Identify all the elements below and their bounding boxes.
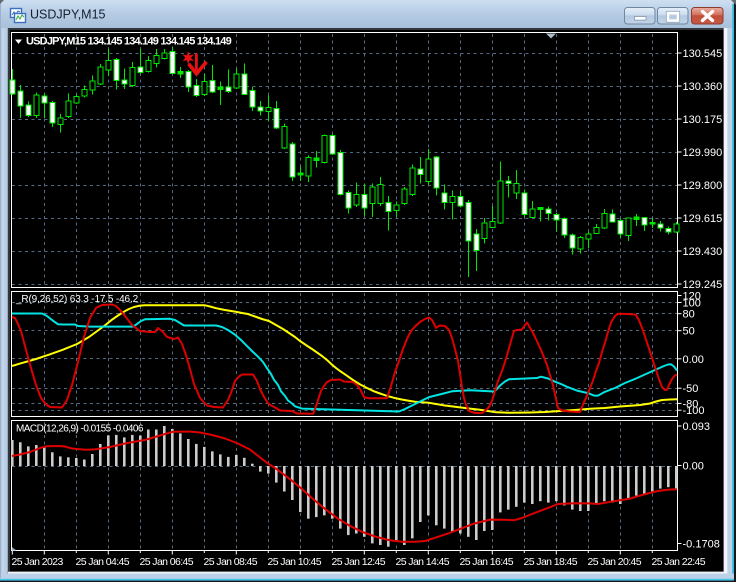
svg-text:25 Jan 18:45: 25 Jan 18:45: [524, 556, 578, 568]
svg-text:129.245: 129.245: [683, 279, 723, 291]
svg-text:100: 100: [683, 298, 701, 310]
svg-text:MACD(12,26,9) -0.0155 -0.0406: MACD(12,26,9) -0.0155 -0.0406: [16, 424, 144, 435]
svg-text:25 Jan 04:45: 25 Jan 04:45: [76, 556, 130, 568]
svg-text:0.00: 0.00: [683, 461, 704, 473]
svg-text:25 Jan 08:45: 25 Jan 08:45: [204, 556, 258, 568]
svg-text:25 Jan 12:45: 25 Jan 12:45: [332, 556, 386, 568]
svg-text:25 Jan 10:45: 25 Jan 10:45: [268, 556, 322, 568]
svg-text:129.430: 129.430: [683, 246, 723, 258]
svg-text:_R(9,26,52) 63.3 -17.5 -46.2: _R(9,26,52) 63.3 -17.5 -46.2: [15, 294, 139, 305]
svg-text:129.615: 129.615: [683, 213, 723, 225]
svg-text:25 Jan 16:45: 25 Jan 16:45: [460, 556, 514, 568]
svg-text:130.545: 130.545: [683, 48, 723, 60]
svg-text:-0.1708: -0.1708: [683, 539, 720, 551]
svg-text:130.175: 130.175: [683, 114, 723, 126]
svg-text:130.360: 130.360: [683, 81, 723, 93]
svg-text:129.990: 129.990: [683, 147, 723, 159]
svg-text:USDJPY,M15: USDJPY,M15: [30, 8, 106, 22]
svg-text:25 Jan 06:45: 25 Jan 06:45: [140, 556, 194, 568]
svg-text:-50: -50: [683, 383, 699, 395]
svg-text:25 Jan 2023: 25 Jan 2023: [12, 556, 64, 568]
svg-text:0.093: 0.093: [683, 421, 711, 433]
svg-text:25 Jan 14:45: 25 Jan 14:45: [396, 556, 450, 568]
svg-text:25 Jan 22:45: 25 Jan 22:45: [652, 556, 706, 568]
svg-text:50: 50: [683, 326, 695, 338]
svg-text:25 Jan 20:45: 25 Jan 20:45: [588, 556, 642, 568]
svg-text:129.800: 129.800: [683, 180, 723, 192]
svg-text:80: 80: [683, 309, 695, 321]
svg-text:-100: -100: [683, 405, 705, 417]
svg-text:USDJPY,M15 134.145 134.149 13: USDJPY,M15 134.145 134.149 134.145 134.1…: [26, 36, 232, 48]
svg-text:0.00: 0.00: [683, 354, 704, 366]
